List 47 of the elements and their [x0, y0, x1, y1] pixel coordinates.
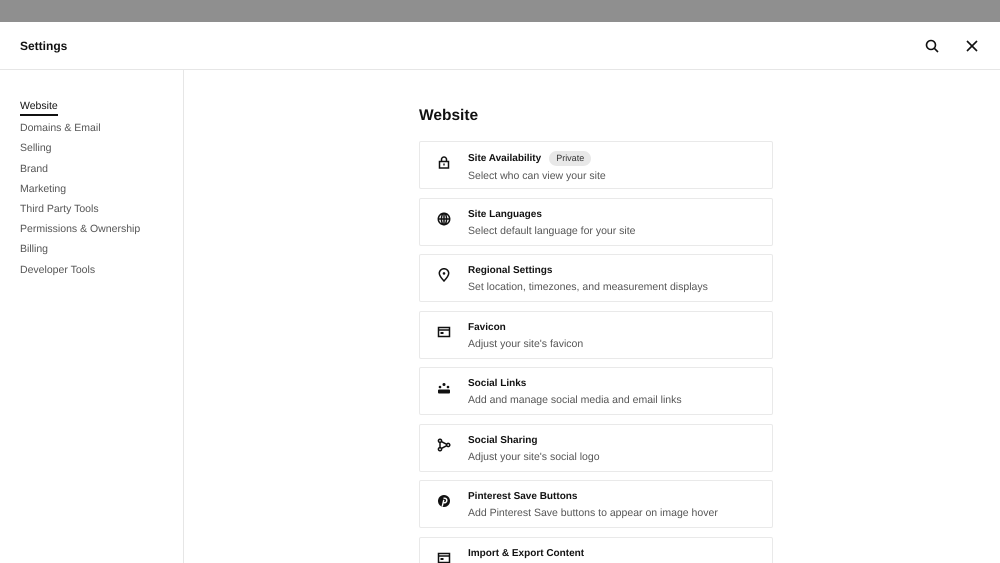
card-title: Social Sharing [468, 434, 538, 447]
card-description: Add Pinterest Save buttons to appear on image hover [468, 506, 718, 520]
sidebar-item[interactable]: Billing [20, 239, 48, 260]
search-icon [924, 38, 940, 54]
settings-card[interactable]: Site Availability Private Select who can view your site [419, 141, 773, 190]
section-heading: Website [419, 106, 480, 126]
card-description: Add and manage social media and email links [468, 393, 682, 408]
card-title: Favicon [468, 320, 506, 334]
globe-icon [437, 212, 451, 226]
lock-icon [437, 155, 451, 170]
card-description: Adjust your site's favicon [468, 336, 584, 351]
card-title: Pinterest Save Buttons [468, 490, 578, 504]
sidebar-item[interactable]: Permissions & Ownership [20, 219, 140, 240]
settings-card[interactable]: Favicon Adjust your site's favicon [419, 310, 773, 359]
card-description: Set location, timezones, and measurement displays [468, 280, 708, 294]
card-description: Adjust your site's social logo [468, 450, 600, 464]
sidebar-item[interactable]: Third Party Tools [20, 199, 99, 220]
settings-card[interactable]: Social Sharing Adjust your site's social logo [419, 424, 773, 472]
location-pin-icon [437, 268, 451, 282]
status-badge: Private [549, 151, 592, 166]
settings-card[interactable]: Regional Settings Set location, timezones, and measurement displays [419, 254, 773, 302]
card-description: Select who can view your site [468, 169, 606, 184]
settings-card[interactable]: Social Links Add and manage social media and email links [419, 367, 773, 416]
sidebar-item[interactable]: Domains & Email [20, 118, 101, 138]
sidebar-item[interactable]: Website [20, 96, 58, 116]
sidebar-item[interactable]: Brand [20, 158, 48, 179]
settings-card[interactable]: Pinterest Save Buttons Add Pinterest Save buttons to appear on image hover [419, 480, 773, 528]
settings-card[interactable]: Site Languages Select default language for your site [419, 198, 773, 246]
card-title: Social Links [468, 377, 526, 390]
sidebar-item[interactable]: Selling [20, 138, 52, 159]
card-title: Import & Export Content [468, 546, 584, 560]
settings-card[interactable]: Import & Export Content [419, 536, 773, 563]
card-title: Site Languages [468, 208, 542, 221]
card-title: Site Availability [468, 152, 542, 166]
browser-window-icon [437, 550, 451, 563]
people-icon [437, 381, 451, 396]
sidebar-item[interactable]: Marketing [20, 178, 66, 200]
browser-window-icon [437, 324, 451, 339]
share-nodes-icon [437, 438, 451, 452]
card-description: Select default language for your site [468, 224, 636, 238]
pinterest-icon [437, 494, 451, 508]
sidebar-item[interactable]: Developer Tools [20, 260, 96, 280]
panel-title: Settings [20, 38, 68, 54]
close-button[interactable] [964, 38, 980, 54]
close-icon [964, 38, 980, 54]
search-button[interactable] [924, 38, 940, 54]
card-title: Regional Settings [468, 264, 552, 278]
